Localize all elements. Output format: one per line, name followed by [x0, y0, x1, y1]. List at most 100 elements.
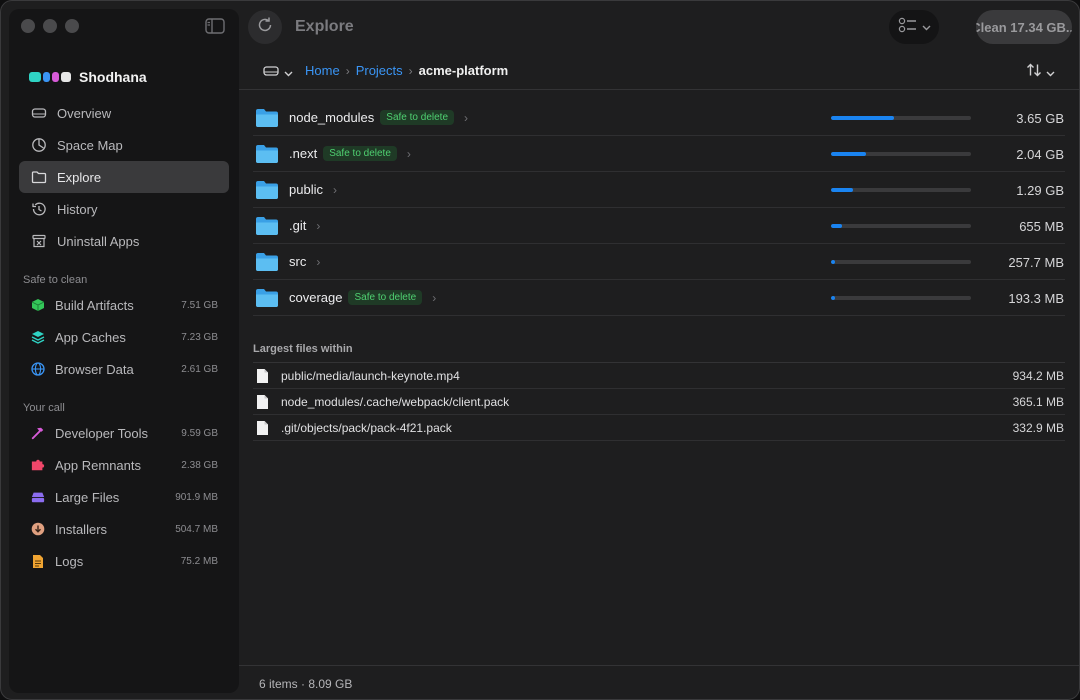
- puzzle-icon: [31, 458, 45, 472]
- folder-name: .next: [289, 146, 318, 161]
- sidebar-item-label: History: [57, 201, 98, 217]
- layers-icon: [31, 330, 45, 344]
- file-row[interactable]: public/media/launch-keynote.mp4 934.2 MB: [253, 363, 1065, 389]
- stack-icon: [31, 490, 45, 504]
- main-content: Explore Clean 17.34 GB... Home › Project…: [239, 1, 1079, 699]
- folder-row[interactable]: coverage Safe to delete › 193.3 MB: [253, 280, 1065, 316]
- pie-icon: [31, 137, 47, 153]
- folder-row[interactable]: public › 1.29 GB: [253, 172, 1065, 208]
- sidebar-item-size: 7.23 GB: [181, 331, 218, 343]
- chevron-down-icon: [1046, 64, 1055, 82]
- sidebar-item-size: 901.9 MB: [175, 491, 218, 503]
- file-size: 365.1 MB: [1012, 395, 1064, 409]
- section-title: Safe to clean: [23, 274, 88, 286]
- folder-row[interactable]: .next Safe to delete › 2.04 GB: [253, 136, 1065, 172]
- sidebar-item-installers[interactable]: Installers 504.7 MB: [19, 513, 229, 545]
- sidebar-item-label: Explore: [57, 169, 102, 185]
- view-options-button[interactable]: [889, 10, 939, 44]
- file-row[interactable]: node_modules/.cache/webpack/client.pack 3…: [253, 389, 1065, 415]
- folder-list: node_modules Safe to delete › 3.65 GB .next S…: [253, 100, 1065, 316]
- chevron-right-icon[interactable]: ›: [316, 219, 320, 233]
- clean-button[interactable]: Clean 17.34 GB...: [976, 10, 1072, 44]
- hammer-icon: [31, 426, 45, 440]
- folder-name: node_modules: [289, 110, 375, 125]
- sidebar-item-label: App Remnants: [55, 457, 141, 473]
- folder-size: 257.7 MB: [1008, 255, 1064, 270]
- size-bar-fill: [831, 260, 836, 264]
- chevron-right-icon[interactable]: ›: [333, 183, 337, 197]
- sidebar-toggle-icon[interactable]: [205, 18, 227, 36]
- refresh-button[interactable]: [248, 10, 282, 44]
- folder-row[interactable]: .git › 655 MB: [253, 208, 1065, 244]
- sidebar-item-app-remnants[interactable]: App Remnants 2.38 GB: [19, 449, 229, 481]
- brand: Shodhana: [29, 69, 147, 85]
- size-bar: [831, 260, 971, 264]
- size-bar: [831, 296, 971, 300]
- folder-row[interactable]: src › 257.7 MB: [253, 244, 1065, 280]
- largest-files-section: Largest files within public/media/launch…: [253, 343, 1065, 441]
- file-row[interactable]: .git/objects/pack/pack-4f21.pack 332.9 MB: [253, 415, 1065, 441]
- file-icon: [256, 394, 269, 410]
- sidebar-item-app-caches[interactable]: App Caches 7.23 GB: [19, 321, 229, 353]
- sidebar-item-uninstall-apps[interactable]: Uninstall Apps: [19, 225, 229, 257]
- drive-icon: [263, 64, 279, 82]
- app-window: Shodhana Overview Space Map Explore Hist…: [0, 0, 1080, 700]
- chevron-right-icon[interactable]: ›: [316, 255, 320, 269]
- breadcrumb-projects[interactable]: Projects: [356, 63, 403, 78]
- chevron-right-icon[interactable]: ›: [407, 147, 411, 161]
- close-window-button[interactable]: [21, 19, 35, 33]
- sidebar-item-history[interactable]: History: [19, 193, 229, 225]
- safe-to-delete-badge: Safe to delete: [323, 146, 397, 161]
- sidebar-item-build-artifacts[interactable]: Build Artifacts 7.51 GB: [19, 289, 229, 321]
- sidebar: Shodhana Overview Space Map Explore Hist…: [9, 9, 239, 693]
- folder-name: src: [289, 254, 307, 269]
- sidebar-item-logs[interactable]: Logs 75.2 MB: [19, 545, 229, 577]
- sidebar-item-explore[interactable]: Explore: [19, 161, 229, 193]
- sidebar-item-browser-data[interactable]: Browser Data 2.61 GB: [19, 353, 229, 385]
- chevron-right-icon[interactable]: ›: [432, 291, 436, 305]
- file-path: node_modules/.cache/webpack/client.pack: [281, 394, 510, 409]
- folder-size: 655 MB: [1019, 219, 1064, 234]
- size-bar-fill: [831, 152, 866, 156]
- size-bar-fill: [831, 296, 835, 300]
- sort-button[interactable]: [1026, 63, 1055, 82]
- path-bar: Home › Projects › acme-platform: [239, 53, 1079, 90]
- chevron-right-icon[interactable]: ›: [464, 111, 468, 125]
- breadcrumb-current: acme-platform: [418, 63, 509, 78]
- sort-arrows-icon: [1026, 63, 1042, 82]
- sidebar-item-label: App Caches: [55, 329, 126, 345]
- file-icon: [256, 368, 269, 384]
- toolbar: Explore Clean 17.34 GB...: [239, 1, 1079, 53]
- globe-icon: [31, 362, 45, 376]
- sidebar-item-size: 9.59 GB: [181, 427, 218, 439]
- sidebar-item-space-map[interactable]: Space Map: [19, 129, 229, 161]
- sidebar-item-size: 2.61 GB: [181, 363, 218, 375]
- sidebar-item-label: Overview: [57, 105, 112, 121]
- cube-icon: [31, 298, 45, 312]
- sidebar-item-label: Installers: [55, 521, 108, 537]
- folder-size: 193.3 MB: [1008, 291, 1064, 306]
- sidebar-item-large-files[interactable]: Large Files 901.9 MB: [19, 481, 229, 513]
- history-icon: [31, 201, 47, 217]
- list-options-icon: [898, 16, 918, 39]
- folder-size: 1.29 GB: [1016, 183, 1064, 198]
- chevron-right-icon: ›: [345, 63, 350, 78]
- drive-selector[interactable]: [263, 64, 293, 82]
- zoom-window-button[interactable]: [65, 19, 79, 33]
- uninstall-icon: [31, 233, 47, 249]
- folder-name: coverage: [289, 290, 343, 305]
- breadcrumb-home[interactable]: Home: [305, 63, 340, 78]
- status-bar: 6 items · 8.09 GB: [239, 665, 1079, 699]
- sidebar-item-label: Large Files: [55, 489, 120, 505]
- page-title: Explore: [295, 18, 354, 35]
- sidebar-item-developer-tools[interactable]: Developer Tools 9.59 GB: [19, 417, 229, 449]
- sidebar-item-overview[interactable]: Overview: [19, 97, 229, 129]
- folder-icon: [255, 108, 279, 128]
- chevron-right-icon: ›: [408, 63, 413, 78]
- minimize-window-button[interactable]: [43, 19, 57, 33]
- sidebar-item-size: 75.2 MB: [180, 555, 218, 567]
- size-bar: [831, 116, 971, 120]
- sidebar-item-label: Uninstall Apps: [57, 233, 140, 249]
- sidebar-item-label: Build Artifacts: [55, 297, 134, 313]
- folder-row[interactable]: node_modules Safe to delete › 3.65 GB: [253, 100, 1065, 136]
